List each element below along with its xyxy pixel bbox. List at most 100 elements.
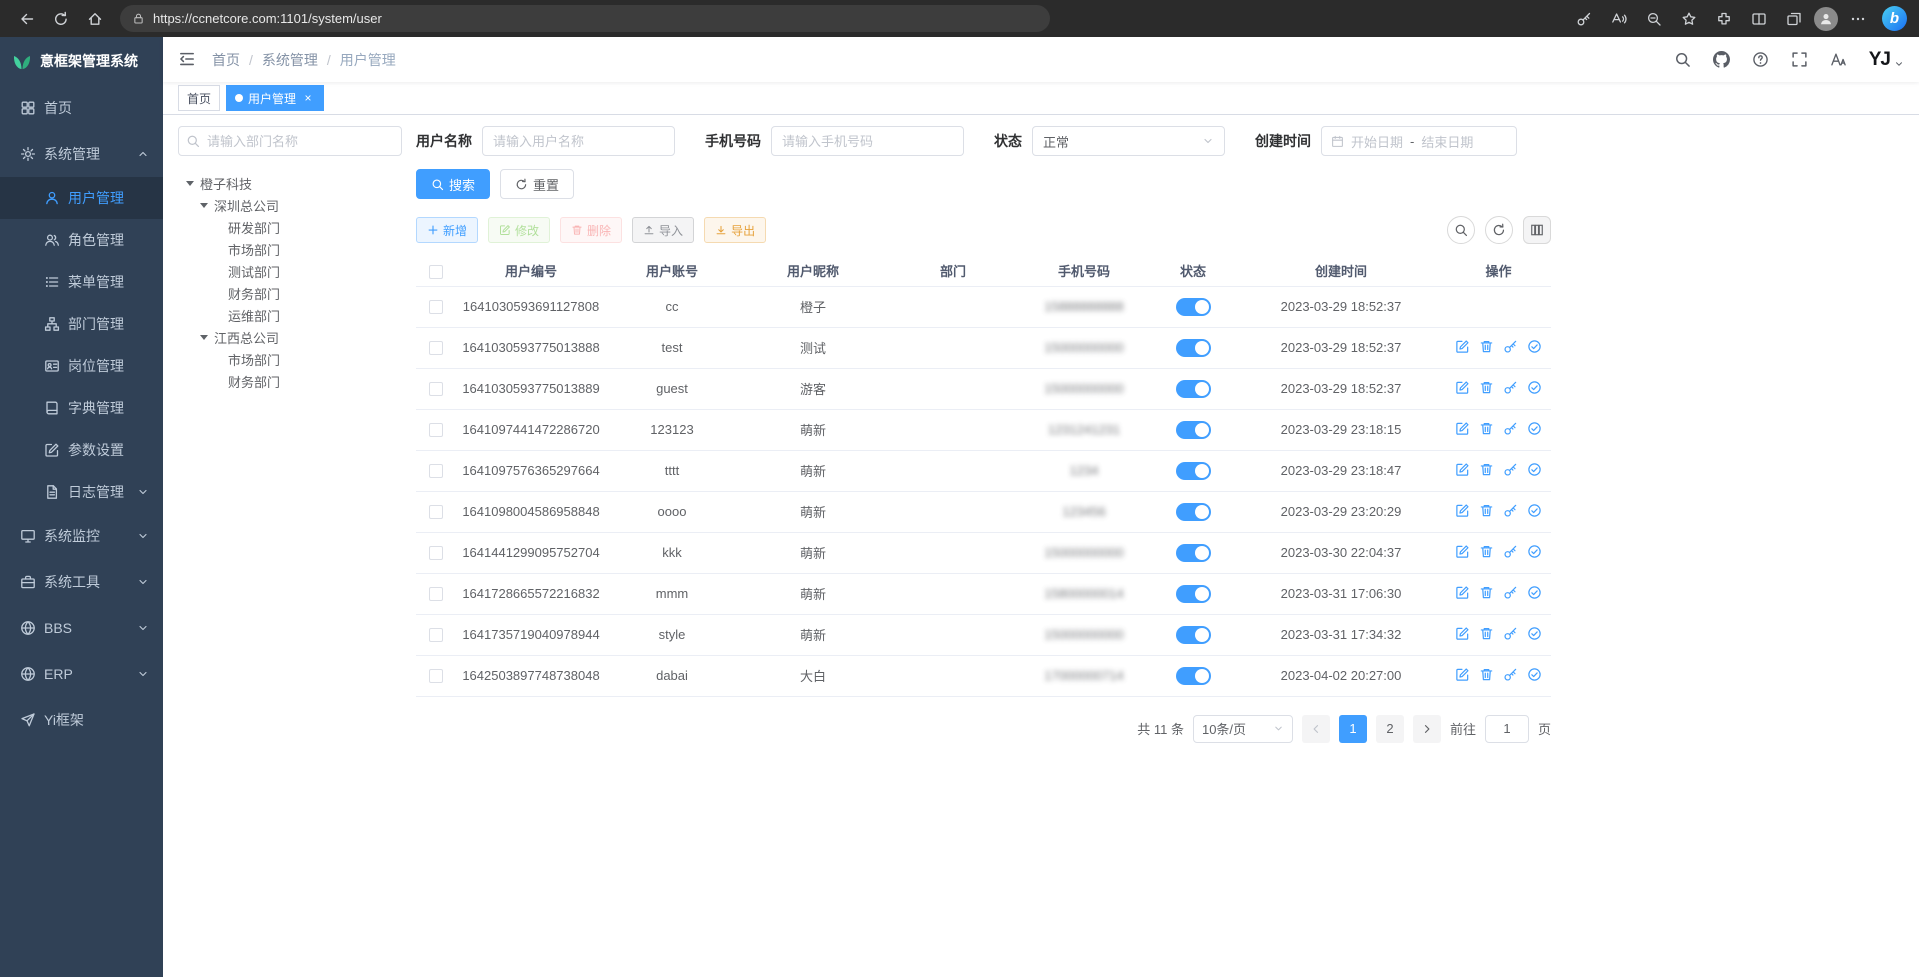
reset-password-icon[interactable] (1503, 380, 1518, 395)
reset-password-icon[interactable] (1503, 585, 1518, 600)
reset-password-icon[interactable] (1503, 462, 1518, 477)
sidebar-item-bbs[interactable]: BBS (0, 605, 163, 651)
edit-icon[interactable] (1455, 585, 1470, 600)
delete-icon[interactable] (1479, 667, 1494, 682)
row-checkbox[interactable] (429, 300, 443, 314)
assign-role-icon[interactable] (1527, 626, 1542, 641)
edit-icon[interactable] (1455, 339, 1470, 354)
tree-caret-icon[interactable] (200, 335, 208, 340)
sidebar-item-erp[interactable]: ERP (0, 651, 163, 697)
tree-node[interactable]: 市场部门 (178, 348, 402, 370)
zoom-icon[interactable] (1639, 5, 1669, 33)
tab-user-management[interactable]: 用户管理 × (226, 85, 324, 111)
app-logo[interactable]: 意框架管理系统 (0, 37, 163, 85)
assign-role-icon[interactable] (1527, 667, 1542, 682)
read-aloud-icon[interactable] (1604, 5, 1634, 33)
assign-role-icon[interactable] (1527, 503, 1542, 518)
export-button[interactable]: 导出 (704, 217, 766, 243)
collections-icon[interactable] (1779, 5, 1809, 33)
extensions-icon[interactable] (1709, 5, 1739, 33)
delete-icon[interactable] (1479, 339, 1494, 354)
table-row[interactable]: 1641030593775013888 test 测试 15000000000 … (416, 327, 1551, 368)
delete-icon[interactable] (1479, 380, 1494, 395)
browser-menu-icon[interactable] (1843, 5, 1873, 33)
status-toggle[interactable] (1176, 503, 1211, 521)
sidebar-item-log-management[interactable]: 日志管理 (0, 471, 163, 513)
tree-node[interactable]: 财务部门 (178, 282, 402, 304)
row-checkbox[interactable] (429, 341, 443, 355)
assign-role-icon[interactable] (1527, 544, 1542, 559)
row-checkbox[interactable] (429, 505, 443, 519)
page-1-button[interactable]: 1 (1339, 715, 1367, 743)
column-settings-button[interactable] (1523, 216, 1551, 244)
sidebar-fold-icon[interactable] (178, 50, 198, 70)
favorites-icon[interactable] (1674, 5, 1704, 33)
delete-icon[interactable] (1479, 462, 1494, 477)
table-row[interactable]: 1642503897748738048 dabai 大白 17000000714… (416, 655, 1551, 696)
sidebar-item-dept-management[interactable]: 部门管理 (0, 303, 163, 345)
row-checkbox[interactable] (429, 628, 443, 642)
status-toggle[interactable] (1176, 544, 1211, 562)
page-2-button[interactable]: 2 (1376, 715, 1404, 743)
row-checkbox[interactable] (429, 464, 443, 478)
sidebar-item-param-settings[interactable]: 参数设置 (0, 429, 163, 471)
browser-profile-avatar[interactable] (1814, 7, 1838, 31)
sidebar-item-menu-management[interactable]: 菜单管理 (0, 261, 163, 303)
tree-caret-icon[interactable] (186, 181, 194, 186)
assign-role-icon[interactable] (1527, 421, 1542, 436)
table-row[interactable]: 1641097441472286720 123123 萌新 1231241231… (416, 409, 1551, 450)
breadcrumb-system[interactable]: 系统管理 (262, 50, 318, 70)
edit-icon[interactable] (1455, 462, 1470, 477)
table-row[interactable]: 1641098004586958848 oooo 萌新 123456 2023-… (416, 491, 1551, 532)
status-select[interactable]: 正常 (1032, 126, 1225, 156)
status-toggle[interactable] (1176, 380, 1211, 398)
browser-home-button[interactable] (80, 5, 110, 33)
breadcrumb-home[interactable]: 首页 (212, 50, 240, 70)
browser-refresh-button[interactable] (46, 5, 76, 33)
edit-icon[interactable] (1455, 544, 1470, 559)
row-checkbox[interactable] (429, 587, 443, 601)
copilot-icon[interactable]: b (1882, 6, 1907, 31)
next-page-button[interactable] (1413, 715, 1441, 743)
split-screen-icon[interactable] (1744, 5, 1774, 33)
password-key-icon[interactable] (1569, 5, 1599, 33)
status-toggle[interactable] (1176, 667, 1211, 685)
assign-role-icon[interactable] (1527, 585, 1542, 600)
tree-caret-icon[interactable] (200, 203, 208, 208)
row-checkbox[interactable] (429, 423, 443, 437)
prev-page-button[interactable] (1302, 715, 1330, 743)
table-row[interactable]: 1641728665572216832 mmm 萌新 15800000014 2… (416, 573, 1551, 614)
delete-icon[interactable] (1479, 544, 1494, 559)
table-row[interactable]: 1641030593775013889 guest 游客 15000000000… (416, 368, 1551, 409)
status-toggle[interactable] (1176, 298, 1211, 316)
sidebar-item-user-management[interactable]: 用户管理 (0, 177, 163, 219)
tree-node[interactable]: 市场部门 (178, 238, 402, 260)
sidebar-item-system-tools[interactable]: 系统工具 (0, 559, 163, 605)
edit-button[interactable]: 修改 (488, 217, 550, 243)
add-button[interactable]: 新增 (416, 217, 478, 243)
status-toggle[interactable] (1176, 585, 1211, 603)
site-permissions-icon[interactable] (132, 12, 145, 25)
tree-node[interactable]: 财务部门 (178, 370, 402, 392)
header-search-icon[interactable] (1674, 51, 1691, 68)
help-icon[interactable] (1752, 51, 1769, 68)
table-row[interactable]: 1641097576365297664 tttt 萌新 1234 2023-03… (416, 450, 1551, 491)
import-button[interactable]: 导入 (632, 217, 694, 243)
sidebar-item-home[interactable]: 首页 (0, 85, 163, 131)
select-all-checkbox[interactable] (429, 265, 443, 279)
assign-role-icon[interactable] (1527, 462, 1542, 477)
delete-icon[interactable] (1479, 421, 1494, 436)
tree-node[interactable]: 江西总公司 (178, 326, 402, 348)
goto-page-input[interactable] (1485, 715, 1529, 743)
edit-icon[interactable] (1455, 626, 1470, 641)
row-checkbox[interactable] (429, 669, 443, 683)
font-size-icon[interactable] (1830, 51, 1847, 68)
delete-icon[interactable] (1479, 626, 1494, 641)
row-checkbox[interactable] (429, 382, 443, 396)
delete-button[interactable]: 删除 (560, 217, 622, 243)
status-toggle[interactable] (1176, 421, 1211, 439)
tree-node[interactable]: 研发部门 (178, 216, 402, 238)
sidebar-item-role-management[interactable]: 角色管理 (0, 219, 163, 261)
status-toggle[interactable] (1176, 626, 1211, 644)
status-toggle[interactable] (1176, 462, 1211, 480)
